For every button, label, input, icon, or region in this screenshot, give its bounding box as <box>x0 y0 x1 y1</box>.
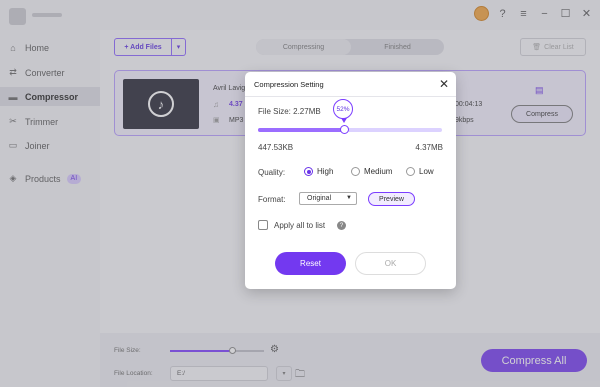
radio-dot <box>406 167 415 176</box>
percent-bubble-pointer <box>341 118 347 123</box>
radio-dot <box>304 167 313 176</box>
quality-low-radio[interactable]: Low <box>406 167 434 176</box>
compression-slider-knob[interactable] <box>339 125 349 134</box>
format-value: Original <box>307 195 332 202</box>
help-icon[interactable]: ? <box>337 221 346 230</box>
format-label: Format: <box>258 195 286 204</box>
dialog-title: Compression Setting <box>254 80 324 89</box>
compression-setting-dialog: Compression Setting ✕ File Size: 2.27MB … <box>245 72 456 289</box>
compression-slider-fill <box>258 128 345 132</box>
chevron-down-icon: ▼ <box>346 195 352 201</box>
close-icon[interactable]: ✕ <box>439 77 449 91</box>
quality-label: Quality: <box>258 168 286 177</box>
apply-all-label: Apply all to list <box>274 221 326 230</box>
slider-max-value: 4.37MB <box>415 143 443 152</box>
apply-all-checkbox[interactable] <box>258 220 268 230</box>
quality-high-radio[interactable]: High <box>304 167 333 176</box>
dialog-divider <box>245 96 456 97</box>
quality-option-label: High <box>317 167 334 176</box>
ok-button[interactable]: OK <box>355 252 426 275</box>
target-file-size: File Size: 2.27MB <box>258 107 321 116</box>
radio-dot <box>351 167 360 176</box>
reset-button[interactable]: Reset <box>275 252 346 275</box>
quality-option-label: Medium <box>364 167 393 176</box>
format-select[interactable]: Original ▼ <box>299 192 357 205</box>
percent-bubble: 52% <box>333 99 353 119</box>
quality-option-label: Low <box>419 167 434 176</box>
compression-slider[interactable] <box>258 125 442 134</box>
slider-min-value: 447.53KB <box>258 143 294 152</box>
quality-medium-radio[interactable]: Medium <box>351 167 392 176</box>
preview-button[interactable]: Preview <box>368 192 415 206</box>
